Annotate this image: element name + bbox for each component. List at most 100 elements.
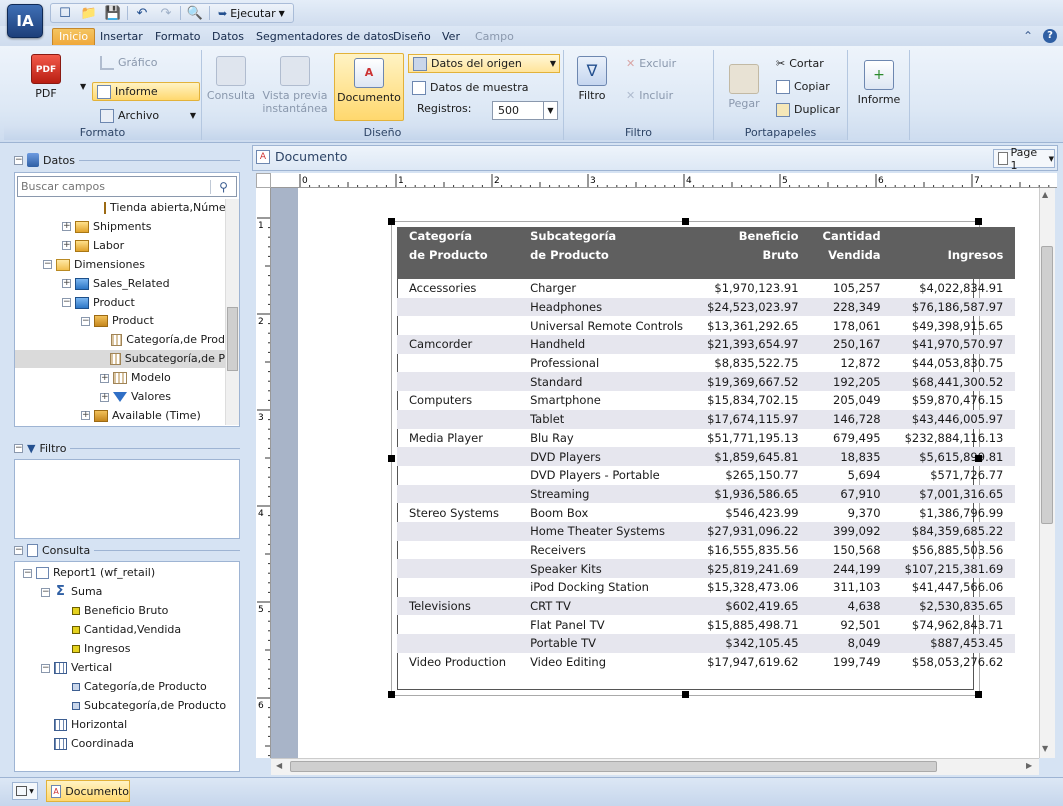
cell-subcategoria[interactable]: CRT TV	[518, 596, 696, 616]
cell-ingresos[interactable]: $571,726.77	[893, 466, 1016, 485]
cell-subcategoria[interactable]: Universal Remote Controls	[518, 316, 695, 335]
expand-icon[interactable]: +	[100, 392, 109, 402]
cell-beneficio-bruto[interactable]: $342,105.45	[695, 634, 811, 653]
cell-ingresos[interactable]: $49,398,915.65	[893, 316, 1016, 335]
cell-subcategoria[interactable]: Receivers	[518, 541, 695, 560]
collapse-icon[interactable]: −	[23, 568, 32, 578]
cell-cantidad-vendida[interactable]: 12,872	[811, 354, 893, 373]
data-tree-item[interactable]: Categoría,de Prod	[100, 331, 225, 349]
cell-cantidad-vendida[interactable]: 67,910	[810, 484, 893, 504]
header-ingresos[interactable]: Ingresos	[892, 227, 1016, 279]
open-folder-icon[interactable]: 📁	[79, 5, 99, 21]
resize-handle[interactable]	[388, 691, 395, 698]
data-tree-item[interactable]: Tienda abierta,Númer	[100, 199, 225, 217]
cell-categoria[interactable]	[397, 447, 519, 466]
collapse-icon[interactable]: −	[81, 316, 90, 326]
cell-beneficio-bruto[interactable]: $1,970,123.91	[695, 279, 810, 298]
tab-insertar[interactable]: Insertar	[94, 28, 149, 45]
data-tree-item[interactable]: + Valores	[100, 388, 225, 406]
collapse-icon[interactable]: −	[14, 545, 23, 555]
cell-beneficio-bruto[interactable]: $8,835,522.75	[695, 354, 810, 373]
cell-subcategoria[interactable]: Speaker Kits	[518, 559, 696, 578]
cell-beneficio-bruto[interactable]: $13,361,292.65	[695, 316, 810, 335]
duplicar-button[interactable]: Duplicar	[776, 100, 846, 119]
cell-categoria[interactable]: Computers	[397, 391, 518, 410]
cell-beneficio-bruto[interactable]: $17,947,619.62	[695, 653, 810, 672]
document-vertical-scroll-thumb[interactable]	[1041, 246, 1053, 524]
cell-ingresos[interactable]: $4,022,834.91	[893, 279, 1016, 298]
cell-categoria[interactable]	[397, 578, 518, 597]
expand-icon[interactable]: +	[81, 411, 90, 421]
cell-ingresos[interactable]: $84,359,685.22	[892, 521, 1016, 541]
resize-handle[interactable]	[682, 218, 689, 225]
cell-ingresos[interactable]: $1,386,796.99	[893, 503, 1016, 522]
save-icon[interactable]: 💾	[103, 5, 123, 21]
cell-beneficio-bruto[interactable]: $15,834,702.15	[695, 391, 810, 410]
data-tree-item[interactable]: + Available (Time)	[81, 407, 225, 425]
cell-ingresos[interactable]: $7,001,316.65	[892, 484, 1016, 504]
cell-cantidad-vendida[interactable]: 205,049	[811, 391, 893, 410]
cell-beneficio-bruto[interactable]: $265,150.77	[695, 466, 810, 485]
cell-ingresos[interactable]: $887,453.45	[892, 634, 1016, 653]
cell-categoria[interactable]	[397, 354, 518, 373]
vista-previa-button[interactable]: Vista previa instantánea	[262, 56, 328, 115]
query-tree-item[interactable]: − Σ Suma	[41, 583, 102, 601]
cell-ingresos[interactable]: $2,530,835.65	[892, 596, 1016, 616]
incluir-button[interactable]: ✕ Incluir	[626, 86, 706, 105]
cell-beneficio-bruto[interactable]: $19,369,667.52	[695, 372, 811, 392]
query-tree-item[interactable]: − Report1 (wf_retail)	[23, 564, 155, 582]
tab-ver[interactable]: Ver	[436, 28, 466, 45]
cell-categoria[interactable]	[397, 297, 519, 317]
cell-cantidad-vendida[interactable]: 399,092	[810, 521, 893, 541]
expand-icon[interactable]: +	[62, 279, 71, 289]
redo-icon[interactable]: ↷	[156, 5, 176, 21]
header-beneficio-bruto[interactable]: Beneficio Bruto	[695, 227, 811, 279]
cell-cantidad-vendida[interactable]: 150,568	[811, 541, 893, 560]
cell-subcategoria[interactable]: Headphones	[518, 297, 696, 317]
query-tree-item[interactable]: Coordinada	[41, 735, 134, 753]
scroll-up-arrow-icon[interactable]: ▲	[1042, 190, 1048, 199]
cell-beneficio-bruto[interactable]: $1,936,586.65	[695, 484, 811, 504]
tab-campo[interactable]: Campo	[469, 28, 520, 45]
data-tree-item[interactable]: + Labor	[62, 237, 225, 255]
cell-cantidad-vendida[interactable]: 250,167	[810, 335, 893, 354]
cell-beneficio-bruto[interactable]: $24,523,023.97	[695, 297, 811, 317]
datos-origen-dropdown[interactable]: Datos del origen ▼	[408, 54, 560, 73]
expand-icon[interactable]: +	[62, 222, 71, 232]
cell-categoria[interactable]: Televisions	[397, 596, 519, 616]
cell-cantidad-vendida[interactable]: 178,061	[811, 316, 893, 335]
query-tree-item[interactable]: Ingresos	[59, 640, 130, 658]
data-tree-item[interactable]: + Shipments	[62, 218, 225, 236]
cell-categoria[interactable]	[397, 634, 519, 653]
scroll-down-arrow-icon[interactable]: ▼	[1042, 744, 1048, 753]
data-tree-item[interactable]: − Product	[62, 294, 225, 312]
cell-cantidad-vendida[interactable]: 105,257	[811, 279, 893, 298]
cell-subcategoria[interactable]: Handheld	[518, 335, 696, 354]
cell-categoria[interactable]: Camcorder	[397, 335, 519, 354]
pdf-button[interactable]: PDF PDF	[26, 54, 66, 100]
collapse-icon[interactable]: −	[14, 155, 23, 165]
cell-ingresos[interactable]: $74,962,843.71	[893, 615, 1016, 634]
cell-subcategoria[interactable]: Home Theater Systems	[518, 521, 696, 541]
header-cantidad-vendida[interactable]: Cantidad Vendida	[810, 227, 893, 279]
cell-categoria[interactable]	[397, 466, 518, 485]
cell-subcategoria[interactable]: Flat Panel TV	[518, 615, 695, 634]
cell-subcategoria[interactable]: Professional	[518, 354, 695, 373]
cell-beneficio-bruto[interactable]: $602,419.65	[695, 596, 811, 616]
cell-cantidad-vendida[interactable]: 199,749	[811, 653, 893, 672]
query-tree-item[interactable]: − Vertical	[41, 659, 112, 677]
registros-input[interactable]: 500 ▼	[492, 101, 558, 120]
cell-categoria[interactable]	[397, 372, 519, 392]
cell-beneficio-bruto[interactable]: $16,555,835.56	[695, 541, 810, 560]
cell-subcategoria[interactable]: Boom Box	[518, 503, 695, 522]
informe-button[interactable]: + Informe	[856, 60, 902, 106]
cell-categoria[interactable]	[397, 615, 518, 634]
help-icon[interactable]: ?	[1043, 29, 1057, 43]
chevron-down-icon[interactable]: ▼	[80, 82, 86, 91]
scroll-left-arrow-icon[interactable]: ◀	[276, 761, 282, 770]
expand-icon[interactable]: +	[62, 241, 71, 251]
cell-cantidad-vendida[interactable]: 9,370	[811, 503, 893, 522]
query-tree-item[interactable]: Categoría,de Producto	[59, 678, 207, 696]
data-tree-item[interactable]: − Dimensiones	[43, 256, 225, 274]
cell-cantidad-vendida[interactable]: 4,638	[810, 596, 893, 616]
